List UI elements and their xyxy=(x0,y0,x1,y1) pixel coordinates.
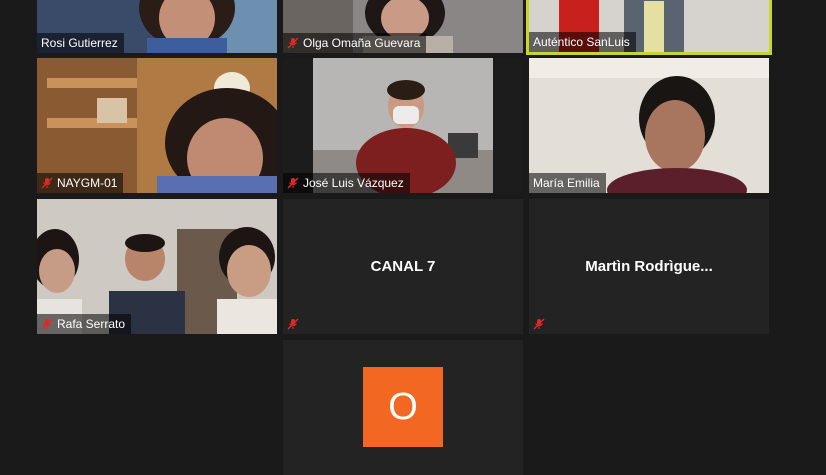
participant-tile-maria-emilia[interactable]: María Emilia xyxy=(529,58,769,193)
nameplate: Rosi Gutierrez xyxy=(37,33,124,53)
participant-tile-martin[interactable]: Martìn Rodrìgue... xyxy=(529,199,769,334)
participant-tile-autentico-sanluis[interactable]: Auténtico SanLuis xyxy=(526,0,772,55)
mic-muted-icon xyxy=(287,37,299,49)
participant-name: María Emilia xyxy=(533,176,600,190)
participant-tile-canal-7[interactable]: CANAL 7 xyxy=(283,199,523,334)
participant-name: Rosi Gutierrez xyxy=(41,36,118,50)
participant-name: Rafa Serrato xyxy=(57,317,126,331)
participant-tile-naygm[interactable]: NAYGM-01 xyxy=(37,58,277,193)
participant-name: NAYGM-01 xyxy=(57,176,118,190)
participant-tile-rosi[interactable]: Rosi Gutierrez xyxy=(37,0,277,53)
nameplate xyxy=(283,314,305,334)
nameplate: Auténtico SanLuis xyxy=(529,32,636,52)
nameplate: María Emilia xyxy=(529,173,606,193)
mic-muted-icon xyxy=(287,318,299,330)
nameplate: José Luis Vázquez xyxy=(283,173,410,193)
participant-tile-avatar-o[interactable]: O xyxy=(283,340,523,475)
participant-tile-olga[interactable]: Olga Omaña Guevara xyxy=(283,0,523,53)
nameplate: NAYGM-01 xyxy=(37,173,124,193)
participant-tile-jose-luis[interactable]: José Luis Vázquez xyxy=(283,58,523,193)
participant-name: Olga Omaña Guevara xyxy=(303,36,421,50)
mic-muted-icon xyxy=(287,177,299,189)
participant-name: Auténtico SanLuis xyxy=(533,35,630,49)
nameplate: Rafa Serrato xyxy=(37,314,132,334)
nameplate xyxy=(529,314,551,334)
participant-name: CANAL 7 xyxy=(370,258,436,275)
participant-name: Martìn Rodrìgue... xyxy=(585,258,713,275)
avatar: O xyxy=(363,367,443,447)
mic-muted-icon xyxy=(41,177,53,189)
participant-name: José Luis Vázquez xyxy=(303,176,404,190)
mic-muted-icon xyxy=(41,318,53,330)
participant-tile-rafa-serrato[interactable]: Rafa Serrato xyxy=(37,199,277,334)
nameplate: Olga Omaña Guevara xyxy=(283,33,427,53)
mic-muted-icon xyxy=(533,318,545,330)
